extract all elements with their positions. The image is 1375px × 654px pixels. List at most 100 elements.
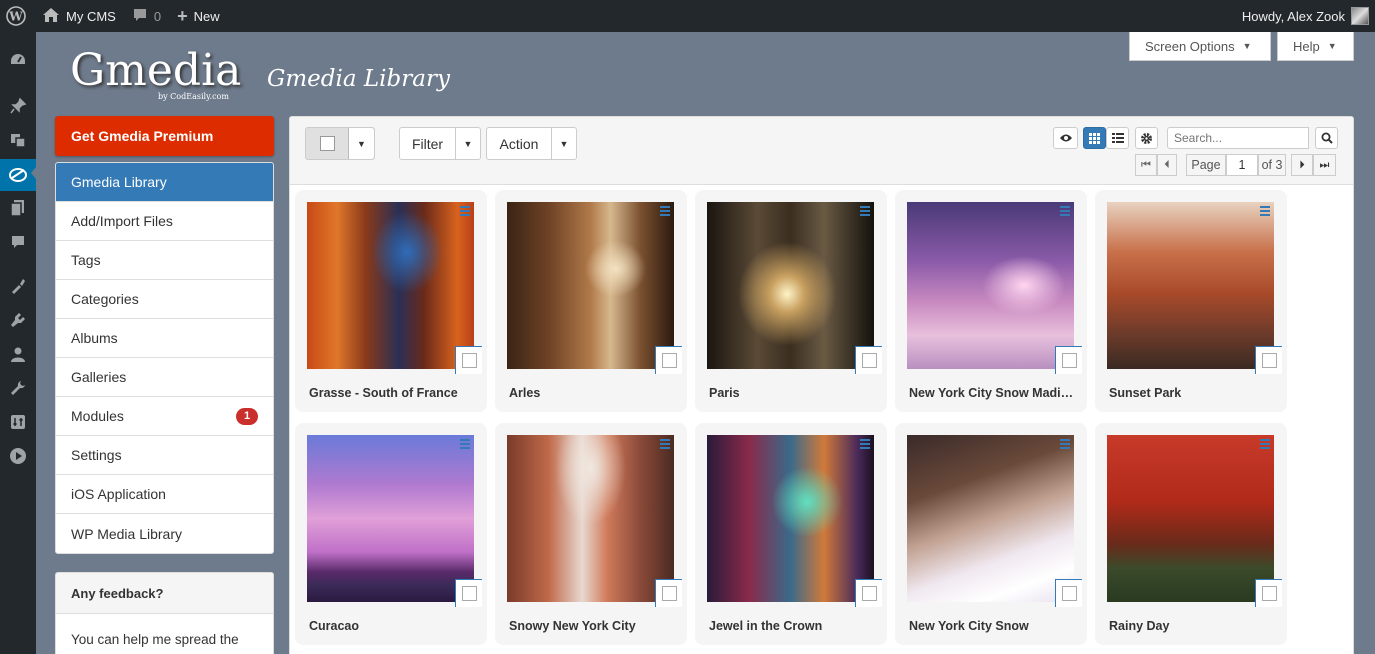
media-title: Rainy Day — [1109, 619, 1170, 633]
media-card[interactable]: Arles — [495, 190, 687, 412]
nav-item-wp-media-library[interactable]: WP Media Library — [56, 514, 273, 553]
media-card[interactable]: New York City Snow — [895, 423, 1087, 645]
media-thumbnail[interactable] — [1107, 202, 1274, 369]
site-name-link[interactable]: My CMS — [32, 0, 124, 32]
item-select-checkbox[interactable] — [855, 579, 882, 607]
item-select-checkbox[interactable] — [455, 579, 482, 607]
nav-item-tags[interactable]: Tags — [56, 241, 273, 280]
page-number-input[interactable]: 1 — [1226, 154, 1258, 176]
help-label: Help — [1293, 38, 1320, 54]
settings-icon[interactable] — [0, 408, 36, 436]
nav-item-ios-application[interactable]: iOS Application — [56, 475, 273, 514]
plugins-icon[interactable] — [0, 306, 36, 334]
last-page-icon[interactable]: ⏭ — [1313, 154, 1336, 176]
media-card[interactable]: Grasse - South of France — [295, 190, 487, 412]
item-select-checkbox[interactable] — [1055, 346, 1082, 374]
dashboard-icon[interactable] — [0, 46, 36, 74]
search-input[interactable] — [1167, 127, 1309, 149]
item-menu-icon[interactable] — [1260, 439, 1270, 449]
help-button[interactable]: Help ▼ — [1277, 32, 1354, 61]
item-menu-icon[interactable] — [860, 439, 870, 449]
plus-icon: + — [177, 5, 188, 26]
media-thumbnail[interactable] — [507, 435, 674, 602]
item-select-checkbox[interactable] — [1255, 579, 1282, 607]
media-card[interactable]: Sunset Park — [1095, 190, 1287, 412]
appearance-icon[interactable] — [0, 272, 36, 300]
item-menu-icon[interactable] — [660, 206, 670, 216]
comments-count: 0 — [153, 8, 162, 24]
media-card[interactable]: Curacao — [295, 423, 487, 645]
media-thumbnail[interactable] — [1107, 435, 1274, 602]
nav-item-label: Modules — [71, 408, 124, 424]
tools-icon[interactable] — [0, 374, 36, 402]
media-thumbnail[interactable] — [707, 435, 874, 602]
item-select-checkbox[interactable] — [855, 346, 882, 374]
item-menu-icon[interactable] — [1260, 206, 1270, 216]
media-thumbnail[interactable] — [307, 202, 474, 369]
item-select-checkbox[interactable] — [1255, 346, 1282, 374]
caret-down-icon: ▼ — [1242, 41, 1252, 51]
feedback-panel: Any feedback? You can help me spread the… — [55, 572, 274, 654]
comments-icon[interactable] — [0, 228, 36, 256]
item-select-checkbox[interactable] — [655, 579, 682, 607]
media-card[interactable]: New York City Snow Madison Square Park — [895, 190, 1087, 412]
users-icon[interactable] — [0, 340, 36, 368]
action-button[interactable]: Action ▼ — [486, 127, 577, 160]
play-icon[interactable] — [0, 442, 36, 470]
media-thumbnail[interactable] — [907, 202, 1074, 369]
media-thumbnail[interactable] — [507, 202, 674, 369]
item-menu-icon[interactable] — [1060, 206, 1070, 216]
nav-item-modules[interactable]: Modules 1 — [56, 397, 273, 436]
caret-down-icon: ▼ — [455, 128, 480, 159]
media-card[interactable]: Rainy Day — [1095, 423, 1287, 645]
eye-icon[interactable] — [1053, 127, 1078, 149]
gmedia-icon[interactable] — [0, 159, 36, 191]
nav-item-galleries[interactable]: Galleries — [56, 358, 273, 397]
wordpress-logo-icon[interactable]: W — [0, 0, 32, 32]
item-select-checkbox[interactable] — [1055, 579, 1082, 607]
filter-button[interactable]: Filter ▼ — [399, 127, 481, 160]
my-account-link[interactable]: Howdy, Alex Zook — [1234, 0, 1375, 32]
nav-item-gmedia-library[interactable]: Gmedia Library — [56, 163, 273, 202]
modules-count-badge: 1 — [236, 408, 258, 425]
feedback-text: You can help me spread the word about Gm… — [71, 632, 239, 654]
item-menu-icon[interactable] — [1060, 439, 1070, 449]
prev-page-icon[interactable]: ⏴ — [1157, 154, 1177, 176]
media-icon[interactable] — [0, 126, 36, 154]
grid-view-icon[interactable] — [1083, 127, 1106, 149]
library-toolbar: ▼ Filter ▼ Action ▼ ⏮ ⏴ Page 1 of 3 ⏵ ⏭ — [290, 117, 1353, 185]
item-menu-icon[interactable] — [460, 206, 470, 216]
search-icon[interactable] — [1315, 127, 1338, 149]
gmedia-logo: Gmedia — [70, 45, 242, 96]
nav-item-albums[interactable]: Albums — [56, 319, 273, 358]
item-menu-icon[interactable] — [460, 439, 470, 449]
new-content-link[interactable]: + New — [169, 0, 228, 32]
media-thumbnail[interactable] — [907, 435, 1074, 602]
select-dropdown-toggle[interactable]: ▼ — [349, 128, 374, 159]
media-thumbnail[interactable] — [307, 435, 474, 602]
first-page-icon[interactable]: ⏮ — [1135, 154, 1157, 176]
pin-icon[interactable] — [0, 92, 36, 120]
screen-options-button[interactable]: Screen Options ▼ — [1129, 32, 1271, 61]
item-select-checkbox[interactable] — [655, 346, 682, 374]
comment-bubble-icon — [132, 7, 148, 26]
nav-item-settings[interactable]: Settings — [56, 436, 273, 475]
media-title: Arles — [509, 386, 541, 400]
select-all-checkbox[interactable] — [306, 128, 349, 159]
pages-icon[interactable] — [0, 194, 36, 222]
item-menu-icon[interactable] — [860, 206, 870, 216]
media-thumbnail[interactable] — [707, 202, 874, 369]
list-view-icon[interactable] — [1106, 127, 1129, 149]
nav-item-add-import[interactable]: Add/Import Files — [56, 202, 273, 241]
media-title: Grasse - South of France — [309, 386, 458, 400]
comments-link[interactable]: 0 — [124, 0, 169, 32]
next-page-icon[interactable]: ⏵ — [1291, 154, 1313, 176]
item-menu-icon[interactable] — [660, 439, 670, 449]
item-select-checkbox[interactable] — [455, 346, 482, 374]
media-card[interactable]: Paris — [695, 190, 887, 412]
media-card[interactable]: Snowy New York City — [495, 423, 687, 645]
nav-item-categories[interactable]: Categories — [56, 280, 273, 319]
gear-icon[interactable] — [1135, 127, 1158, 149]
media-card[interactable]: Jewel in the Crown — [695, 423, 887, 645]
get-premium-button[interactable]: Get Gmedia Premium — [55, 116, 274, 156]
